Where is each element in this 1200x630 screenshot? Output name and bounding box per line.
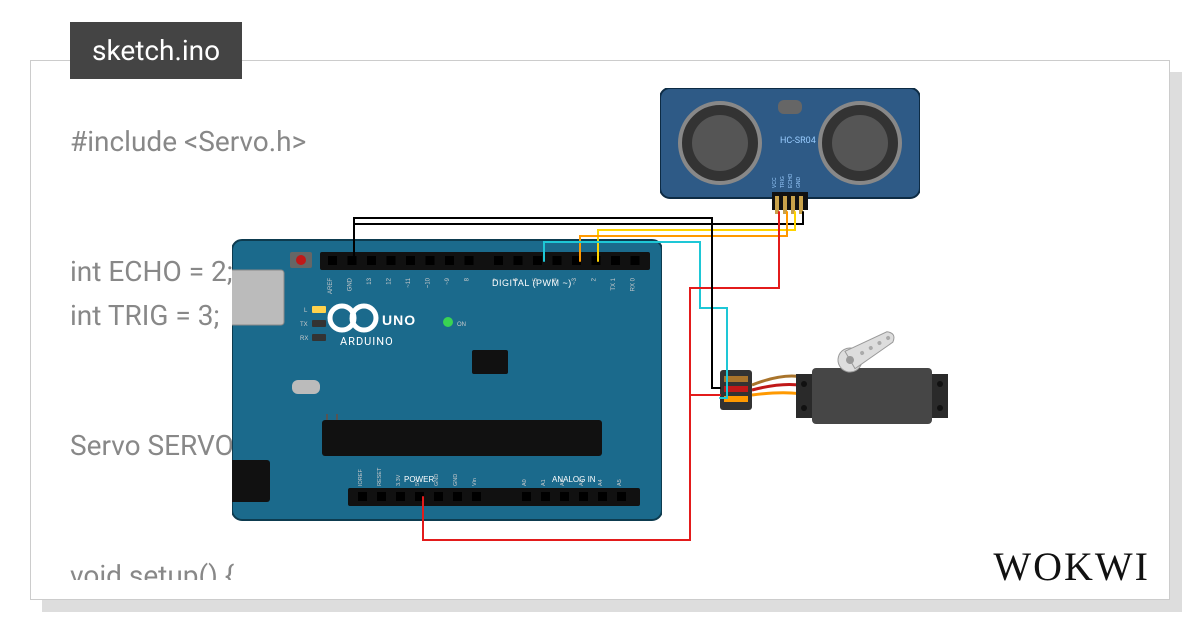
wiring xyxy=(0,0,1200,630)
filename-tab: sketch.ino xyxy=(70,22,242,79)
